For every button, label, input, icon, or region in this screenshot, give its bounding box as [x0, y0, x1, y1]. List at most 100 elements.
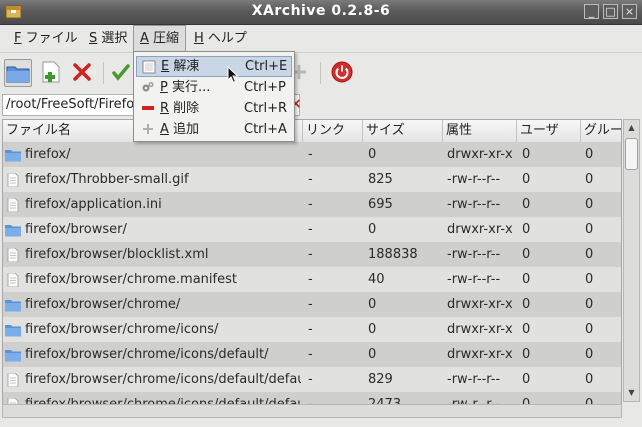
cell-group: 0 — [585, 297, 594, 312]
quit-button[interactable] — [329, 59, 357, 87]
menu-item-accel: Ctrl+A — [244, 122, 287, 137]
cell-group: 0 — [585, 347, 594, 362]
cell-attr: -rw-r--r-- — [447, 247, 501, 262]
cell-size: 0 — [368, 297, 377, 312]
cell-user: 0 — [522, 272, 531, 287]
mnemonic: E — [161, 59, 170, 74]
menu-label: ファイル — [21, 31, 78, 46]
column-header-user[interactable]: ユーザ — [517, 120, 581, 142]
new-archive-button[interactable] — [38, 59, 66, 87]
file-icon — [7, 173, 19, 187]
extract-icon — [142, 60, 156, 74]
table-row[interactable]: firefox/browser/ - 0 drwxr-xr-x 0 0 — [3, 217, 621, 242]
menu-select[interactable]: S 選択 — [83, 25, 133, 52]
label-text: 追加 — [168, 122, 200, 137]
menu-mnemonic: A — [140, 31, 149, 46]
cell-name: firefox/Throbber-small.gif — [25, 172, 189, 187]
extract-button[interactable] — [108, 59, 136, 87]
table-row[interactable]: firefox/browser/chrome/icons/ - 0 drwxr-xr-… — [3, 317, 621, 342]
open-archive-button[interactable] — [4, 59, 32, 87]
cell-group: 0 — [585, 272, 594, 287]
cell-user: 0 — [522, 222, 531, 237]
compress-menu: E 解凍 Ctrl+E P 実行... Ctrl+P R 削除 Ctrl+R A… — [133, 51, 295, 142]
vertical-scrollbar[interactable]: ▲ ▼ — [623, 119, 640, 402]
scroll-down-icon[interactable]: ▼ — [625, 386, 638, 400]
cell-link: - — [308, 197, 313, 212]
minimize-button[interactable]: _ — [584, 4, 599, 19]
mnemonic: P — [160, 80, 168, 95]
mnemonic: A — [160, 122, 169, 137]
maximize-button[interactable]: □ — [603, 4, 618, 19]
table-row[interactable]: firefox/browser/blocklist.xml - 188838 -rw-… — [3, 242, 621, 267]
cell-size: 829 — [368, 372, 393, 387]
column-header-size[interactable]: サイズ — [363, 120, 443, 142]
cell-group: 0 — [585, 247, 594, 262]
cell-user: 0 — [522, 172, 531, 187]
toolbar — [0, 53, 642, 91]
menu-label: 選択 — [97, 31, 128, 46]
table-row[interactable]: firefox/Throbber-small.gif - 825 -rw-r--r--… — [3, 167, 621, 192]
table-row[interactable]: firefox/application.ini - 695 -rw-r--r-- 0 0 — [3, 192, 621, 217]
cell-size: 188838 — [368, 247, 418, 262]
delete-archive-button[interactable] — [69, 59, 97, 87]
window-title: XArchive 0.2.8-6 — [251, 3, 391, 19]
cell-size: 0 — [368, 347, 377, 362]
menu-label: ヘルプ — [203, 31, 247, 46]
cell-attr: -rw-r--r-- — [447, 272, 501, 287]
file-icon — [7, 248, 19, 262]
folder-icon — [5, 150, 21, 162]
folder-icon — [6, 66, 30, 83]
table-row[interactable]: firefox/browser/chrome/icons/default/def… — [3, 367, 621, 392]
extract-icon — [112, 64, 130, 81]
cell-attr: drwxr-xr-x — [447, 347, 513, 362]
gears-icon — [142, 81, 154, 92]
cell-attr: drwxr-xr-x — [447, 297, 513, 312]
menu-compress[interactable]: A 圧縮 — [133, 25, 187, 51]
cell-group: 0 — [585, 172, 594, 187]
folder-icon — [5, 300, 21, 312]
menu-item-run[interactable]: P 実行... Ctrl+P — [136, 77, 292, 98]
xarchive-window: XArchive 0.2.8-6 _ □ × F ファイル S 選択 A 圧縮 … — [0, 0, 642, 427]
title-bar[interactable]: XArchive 0.2.8-6 _ □ × — [0, 0, 642, 25]
menu-item-delete[interactable]: R 削除 Ctrl+R — [136, 98, 292, 119]
toolbar-separator — [320, 62, 321, 84]
cell-size: 695 — [368, 197, 393, 212]
menu-file[interactable]: F ファイル — [8, 25, 84, 52]
cell-group: 0 — [585, 322, 594, 337]
menu-item-label: P 実行... — [160, 77, 210, 98]
file-icon — [7, 273, 19, 287]
plus-icon — [143, 124, 153, 134]
scroll-thumb[interactable] — [625, 138, 638, 170]
column-header-attr[interactable]: 属性 — [443, 120, 517, 142]
cell-name: firefox/browser/blocklist.xml — [25, 247, 209, 262]
menu-item-accel: Ctrl+R — [244, 101, 288, 116]
table-row[interactable]: firefox/browser/chrome/icons/default/-0 d… — [3, 342, 621, 367]
cell-user: 0 — [522, 147, 531, 162]
menu-item-add[interactable]: A 追加 Ctrl+A — [136, 119, 292, 140]
table-row[interactable]: firefox/browser/chrome/ - 0 drwxr-xr-x 0 0 — [3, 292, 621, 317]
menu-item-extract[interactable]: E 解凍 Ctrl+E — [136, 56, 292, 77]
table-row[interactable]: firefox/ - 0 drwxr-xr-x 0 0 — [3, 142, 621, 167]
table-row[interactable]: firefox/browser/chrome.manifest - 40 -rw-r-… — [3, 267, 621, 292]
cell-name: firefox/browser/chrome/ — [25, 297, 181, 312]
cell-size: 0 — [368, 322, 377, 337]
close-button[interactable]: × — [622, 4, 637, 19]
scroll-up-icon[interactable]: ▲ — [625, 121, 638, 135]
cell-name: firefox/browser/chrome/icons/default/def… — [25, 372, 301, 387]
delete-icon — [73, 63, 91, 81]
cell-group: 0 — [585, 147, 594, 162]
cell-link: - — [308, 222, 313, 237]
mouse-cursor-icon — [227, 66, 239, 84]
menu-item-label: E 解凍 — [161, 57, 199, 76]
cell-link: - — [308, 272, 313, 287]
column-header-group[interactable]: グループ — [581, 120, 621, 142]
cell-user: 0 — [522, 372, 531, 387]
horizontal-scrollbar[interactable] — [2, 404, 622, 418]
file-list[interactable]: ファイル名 リンク サイズ 属性 ユーザ グループ firefox/ - 0 drwx… — [2, 119, 622, 418]
menu-help[interactable]: H ヘルプ — [188, 25, 253, 52]
column-header-link[interactable]: リンク — [303, 120, 363, 142]
menu-item-label: R 削除 — [160, 98, 199, 119]
cell-group: 0 — [585, 222, 594, 237]
cell-link: - — [308, 247, 313, 262]
cell-user: 0 — [522, 322, 531, 337]
